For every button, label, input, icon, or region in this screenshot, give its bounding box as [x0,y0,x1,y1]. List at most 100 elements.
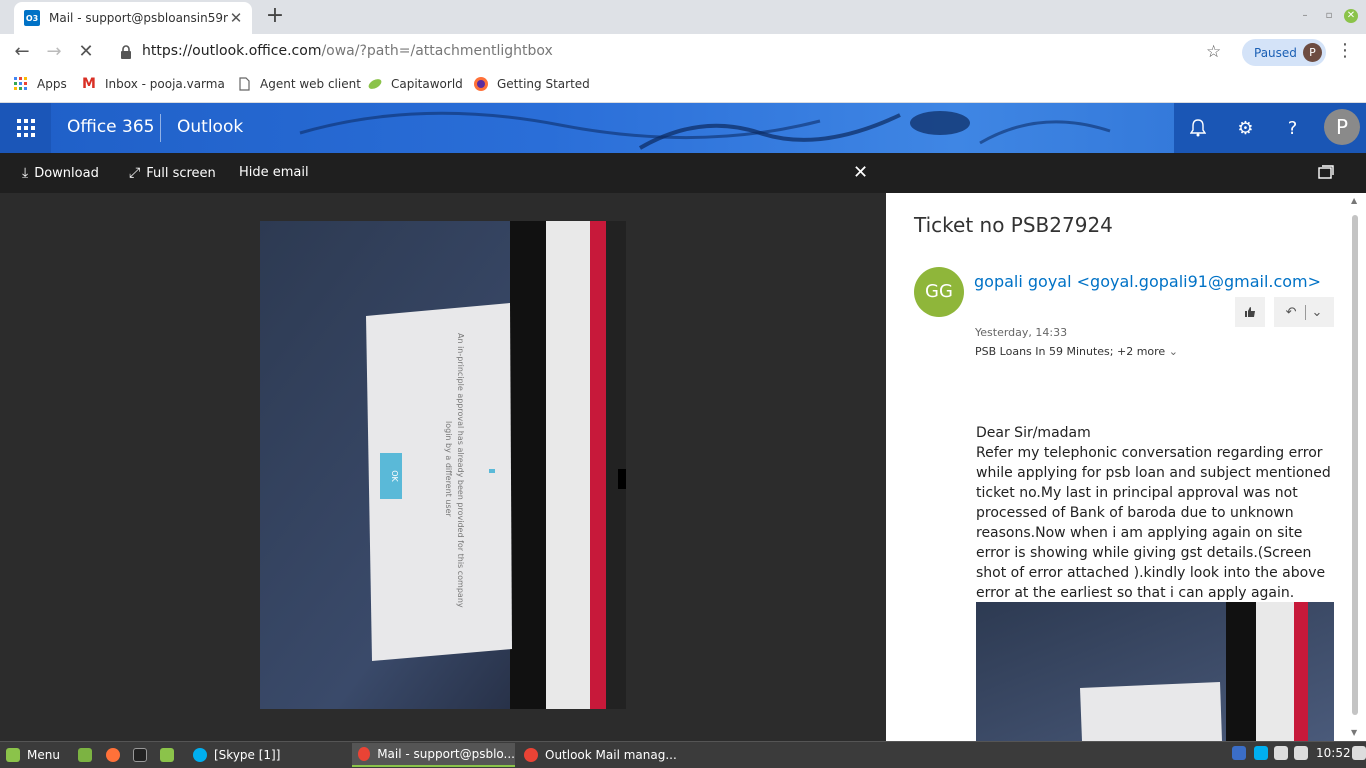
files-launcher[interactable] [154,743,181,767]
email-body: Dear Sir/madam Refer my telephonic conve… [976,423,1338,603]
power-tray-icon[interactable] [1352,746,1366,760]
hide-email-button[interactable]: Hide email [239,165,309,180]
reply-all-button[interactable]: ↶ ⌄ [1274,297,1334,327]
email-paragraph: Refer my telephonic conversation regardi… [976,445,1331,601]
gmail-icon: M [82,76,96,92]
firefox-launcher[interactable] [100,743,127,767]
profile-avatar: P [1303,43,1322,62]
full-screen-label: Full screen [146,165,216,181]
firefox-icon [106,748,120,762]
scroll-up-icon[interactable]: ▲ [1351,196,1357,205]
download-label: Download [34,165,99,181]
help-icon[interactable]: ? [1269,103,1316,153]
new-tab-button[interactable]: + [264,5,286,28]
close-lightbox-icon[interactable]: ✕ [853,162,868,183]
app-launcher-waffle-icon[interactable] [0,103,51,153]
firefox-icon [474,77,488,91]
email-pane-scrollbar[interactable] [1352,215,1358,715]
download-button[interactable]: ⤓ Download [22,165,99,181]
bookmark-label: Capitaworld [391,77,463,91]
taskbar-item-label: [Skype [1]] [214,748,281,762]
bookmark-apps[interactable]: Apps [14,77,67,91]
bookmark-label: Apps [37,77,67,91]
url-host: https://outlook.office.com [142,43,322,59]
bookmark-label: Getting Started [497,77,590,91]
url-path: /owa/?path=/attachmentlightbox [321,43,553,59]
forward-icon[interactable]: → [42,40,66,64]
taskbar-mail-chrome[interactable]: Mail - support@psblo... [352,743,515,767]
email-subject: Ticket no PSB27924 [914,213,1113,237]
scroll-down-icon[interactable]: ▼ [1351,728,1357,737]
attachment-message-text: An in-principle approval has already bee… [456,333,465,608]
taskbar-outlook-chrome[interactable]: Outlook Mail manag... [518,743,678,767]
attachment-photo[interactable]: OK An in-principle approval has already … [260,221,626,709]
office-365-brand[interactable]: Office 365 [67,117,154,137]
outlook-app-name[interactable]: Outlook [177,117,243,137]
bookmark-agent-web-client[interactable]: Agent web client [237,77,361,91]
bookmark-label: Agent web client [260,77,361,91]
network-tray-icon[interactable] [1274,746,1288,760]
sync-paused-button[interactable]: Paused P [1242,39,1326,66]
bookmark-inbox[interactable]: M Inbox - pooja.varma [82,77,225,91]
chrome-icon [358,747,371,761]
stop-loading-icon[interactable]: ✕ [74,40,98,64]
outlook-favicon-icon: O3 [24,10,40,26]
desktop-icon [78,748,92,762]
download-icon: ⤓ [22,165,29,181]
browser-menu-icon[interactable]: ⋮ [1336,40,1354,61]
reply-icon: ↶ [1285,304,1297,320]
more-actions-chevron-icon[interactable]: ⌄ [1304,304,1322,320]
header-divider [160,114,161,142]
thumbs-up-icon [1245,307,1255,317]
taskbar-item-label: Outlook Mail manag... [545,748,677,762]
paused-label: Paused [1254,45,1297,60]
more-recipients-link[interactable]: +2 more [1117,345,1165,358]
bookmark-getting-started[interactable]: Getting Started [474,77,590,91]
hide-email-label: Hide email [239,165,309,180]
lock-icon [121,45,131,59]
taskbar-skype[interactable]: [Skype [1]] [187,743,347,767]
volume-tray-icon[interactable] [1294,746,1308,760]
taskbar-item-label: Mail - support@psblo... [377,747,515,761]
terminal-launcher[interactable] [127,743,154,767]
taskbar-clock[interactable]: 10:52 [1316,746,1351,760]
maximize-icon[interactable]: ▫ [1322,9,1336,23]
apps-grid-icon [14,77,27,90]
close-tab-icon[interactable]: ✕ [228,9,244,27]
chrome-icon [524,748,538,762]
terminal-icon [133,748,147,762]
inline-attachment-image[interactable] [976,602,1334,741]
skype-icon [193,748,207,762]
recipient-list: PSB Loans In 59 Minutes; [975,345,1114,358]
popout-window-icon[interactable] [1318,165,1334,179]
email-date: Yesterday, 14:33 [975,326,1068,339]
attachment-ok-text: OK [390,470,399,482]
like-button[interactable] [1235,297,1265,327]
browser-tab[interactable]: O3 Mail - support@psbloansin59m ✕ [14,2,252,34]
address-bar[interactable]: https://outlook.office.com/owa/?path=/at… [142,43,553,59]
close-window-icon[interactable]: ✕ [1344,9,1358,23]
skype-tray-icon[interactable] [1254,746,1268,760]
sender-avatar: GG [914,267,964,317]
attachment-message-text-2: login by a different user [444,421,453,518]
leaf-icon [368,79,382,89]
start-menu-button[interactable]: Menu [0,743,60,767]
email-recipients[interactable]: PSB Loans In 59 Minutes; +2 more ⌄ [975,345,1178,358]
back-icon[interactable]: ← [10,40,34,64]
bookmark-star-icon[interactable]: ☆ [1206,42,1221,62]
email-greeting: Dear Sir/madam [976,425,1091,441]
folder-icon [160,748,174,762]
bookmark-capitaworld[interactable]: Capitaworld [368,77,463,91]
tab-title: Mail - support@psbloansin59m [49,11,228,25]
notifications-bell-icon[interactable] [1174,103,1221,153]
full-screen-button[interactable]: ⤢ Full screen [129,165,216,181]
menu-label: Menu [27,748,60,762]
user-avatar[interactable]: P [1324,109,1360,145]
sender-name[interactable]: gopali goyal <goyal.gopali91@gmail.com> [974,272,1321,291]
expand-icon: ⤢ [129,165,141,181]
show-desktop-button[interactable] [72,743,99,767]
bookmark-label: Inbox - pooja.varma [105,77,225,91]
settings-gear-icon[interactable]: ⚙ [1222,103,1269,153]
shield-tray-icon[interactable] [1232,746,1246,760]
minimize-icon[interactable]: – [1298,9,1312,23]
